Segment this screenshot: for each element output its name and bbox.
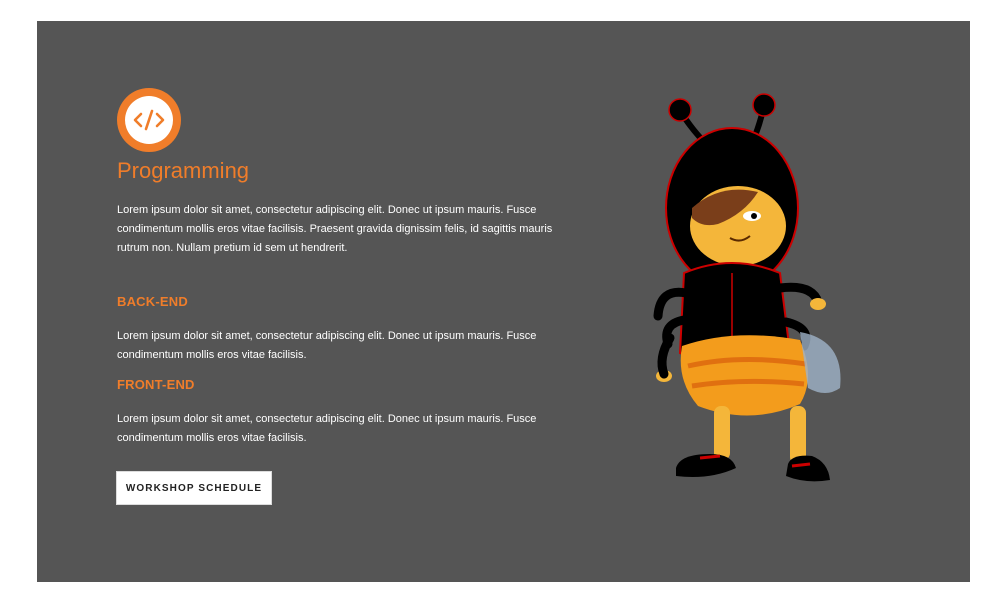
page-title: Programming: [117, 158, 250, 183]
section-heading-back-end: BACK-END: [117, 294, 188, 309]
intro-paragraph: Lorem ipsum dolor sit amet, consectetur …: [117, 204, 553, 254]
workshop-schedule-button[interactable]: WORKSHOP SCHEDULE: [116, 471, 272, 505]
section-heading-front-end: FRONT-END: [117, 377, 195, 392]
code-icon: [117, 88, 181, 152]
bee-mascot-illustration: [653, 93, 841, 482]
section-text-front-end: Lorem ipsum dolor sit amet, consectetur …: [117, 413, 537, 444]
section-text-back-end: Lorem ipsum dolor sit amet, consectetur …: [117, 330, 537, 361]
